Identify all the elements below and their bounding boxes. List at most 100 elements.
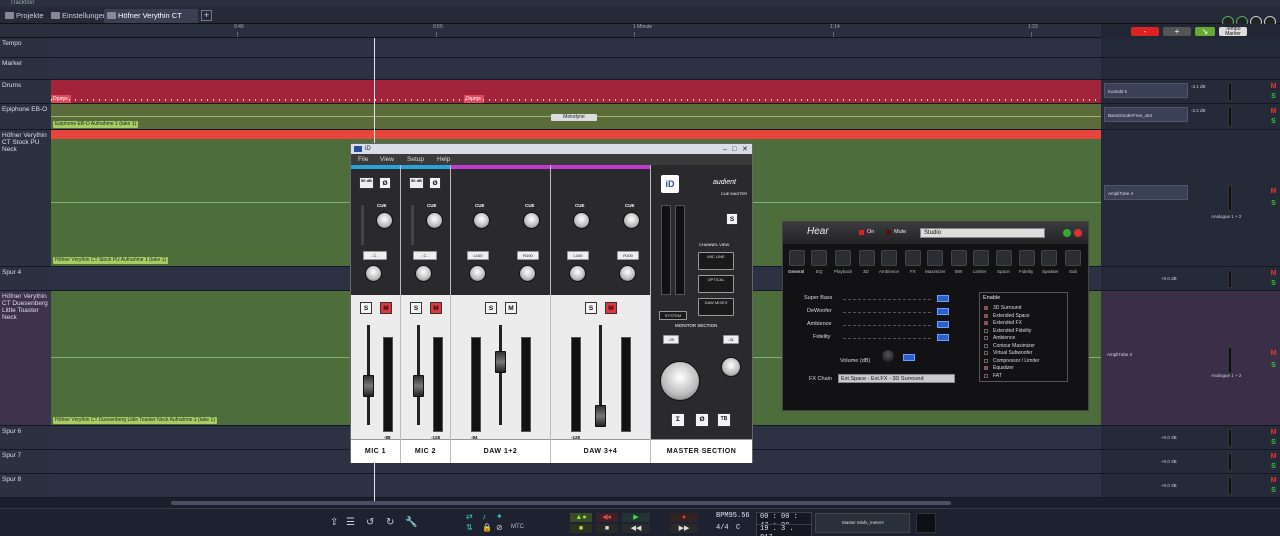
optical-button[interactable]: OPTICAL bbox=[698, 275, 734, 293]
headphone-knob[interactable] bbox=[721, 357, 741, 377]
solo-button[interactable]: S bbox=[1269, 438, 1278, 447]
solo-button[interactable]: S bbox=[485, 302, 497, 314]
dewoofer-slider[interactable] bbox=[843, 307, 931, 313]
pan-display[interactable]: - C - bbox=[413, 251, 437, 260]
menu-view[interactable]: View bbox=[380, 154, 394, 165]
close-icon[interactable] bbox=[1074, 229, 1082, 237]
help-icon[interactable] bbox=[1063, 229, 1071, 237]
tab-playback[interactable]: Playback bbox=[834, 269, 852, 274]
3d-tab-icon[interactable] bbox=[859, 250, 875, 266]
clip-label[interactable]: Epiphone EB-O Aufnahme 1 (take 1) bbox=[53, 121, 139, 128]
loop-icon[interactable]: ⇄ bbox=[466, 512, 473, 521]
mic-line-button[interactable]: MIC LINE bbox=[698, 252, 734, 270]
mute-button[interactable]: M bbox=[505, 302, 517, 314]
ambience-tab-icon[interactable] bbox=[881, 250, 897, 266]
pan-knob-right[interactable] bbox=[619, 265, 636, 282]
sync-icon[interactable]: ⇅ bbox=[466, 523, 473, 532]
cue-knob-left[interactable] bbox=[573, 212, 590, 229]
fader-handle[interactable] bbox=[413, 375, 424, 397]
track-header[interactable]: Spur 6 bbox=[0, 426, 51, 450]
tab-ambience[interactable]: Ambience bbox=[879, 269, 899, 274]
enable-checkbox[interactable] bbox=[984, 336, 988, 340]
mute-button[interactable]: M bbox=[605, 302, 617, 314]
volume-readout[interactable]: +0.0 dB bbox=[1161, 483, 1177, 488]
solo-button[interactable]: S bbox=[1269, 462, 1278, 471]
volume-value[interactable] bbox=[903, 354, 915, 361]
space-tab-icon[interactable] bbox=[996, 250, 1012, 266]
enable-checkbox[interactable] bbox=[984, 373, 988, 378]
remove-track-button[interactable]: - bbox=[1131, 27, 1159, 36]
tab-projects[interactable]: Projekte bbox=[2, 9, 48, 23]
ambience-value[interactable] bbox=[937, 321, 949, 328]
tab-3d[interactable]: 3D bbox=[863, 269, 869, 274]
empty-lane[interactable] bbox=[51, 474, 1101, 498]
stop-record-button[interactable]: ◀● bbox=[596, 513, 618, 522]
bars-display[interactable]: 19 . 3 . 817 bbox=[756, 524, 812, 536]
plugin-slot[interactable]: Kontakt 5 bbox=[1104, 83, 1188, 98]
fidelity-tab-icon[interactable] bbox=[1019, 250, 1035, 266]
tab-maximizer[interactable]: Maximizer bbox=[925, 269, 946, 274]
mute-label[interactable]: Mute bbox=[894, 229, 906, 235]
cue-knob[interactable] bbox=[376, 212, 393, 229]
track-header[interactable]: Höfner Verythin CT Duesenberg Little Toa… bbox=[0, 291, 51, 426]
solo-button[interactable]: S bbox=[1269, 199, 1278, 208]
enable-checkbox[interactable] bbox=[984, 328, 988, 333]
bw-tab-icon[interactable] bbox=[951, 250, 967, 266]
plugin-slot[interactable]: AmpliTube 4 bbox=[1104, 347, 1188, 362]
fidelity-slider[interactable] bbox=[843, 333, 931, 339]
routing-label[interactable]: Analogue 1 + 2 bbox=[1211, 214, 1241, 219]
export-icon[interactable]: ⇪ bbox=[330, 517, 338, 528]
cue-knob-right[interactable] bbox=[623, 212, 640, 229]
pad-button[interactable]: 50 dB bbox=[409, 177, 424, 189]
play-button[interactable]: ▶ bbox=[622, 513, 650, 522]
track-header[interactable]: Spur 7 bbox=[0, 450, 51, 474]
sub-tab-icon[interactable] bbox=[1065, 250, 1081, 266]
plugin-slot[interactable]: BassGrinderFree_x64 bbox=[1104, 107, 1188, 122]
master-phase-button[interactable]: Ø bbox=[695, 413, 709, 427]
solo-button[interactable]: S bbox=[410, 302, 422, 314]
tempo-lane[interactable] bbox=[51, 38, 1101, 58]
tab-fidelity[interactable]: Fidelity bbox=[1019, 269, 1033, 274]
sum-button[interactable]: Σ bbox=[671, 413, 685, 427]
pan-right-display[interactable]: R100 bbox=[617, 251, 639, 260]
clip-label[interactable]: Höfner Verythin CT Duesenberg Little Toa… bbox=[53, 417, 217, 424]
mute-button[interactable]: M bbox=[1269, 82, 1278, 91]
enable-checkbox[interactable] bbox=[984, 306, 988, 310]
talkback-button[interactable]: TB bbox=[717, 413, 731, 427]
super-bass-value[interactable] bbox=[937, 295, 949, 302]
phase-button[interactable]: Ø bbox=[379, 177, 391, 189]
drums-lane[interactable]: Drums Drums bbox=[51, 80, 1101, 104]
playback-tab-icon[interactable] bbox=[835, 250, 851, 266]
pan-knob-right[interactable] bbox=[519, 265, 536, 282]
ambience-slider[interactable] bbox=[843, 320, 931, 326]
metronome-icon[interactable]: ♪ bbox=[482, 512, 486, 521]
eq-tab-icon[interactable] bbox=[811, 250, 827, 266]
pan-right-display[interactable]: R100 bbox=[517, 251, 539, 260]
expand-button[interactable]: ↘ bbox=[1195, 27, 1215, 36]
system-button[interactable]: SYSTEM bbox=[659, 311, 687, 320]
enable-checkbox[interactable] bbox=[984, 343, 988, 348]
time-signature[interactable]: 4/4 bbox=[713, 524, 732, 533]
fader-handle[interactable] bbox=[363, 375, 374, 397]
menu-file[interactable]: File bbox=[358, 154, 368, 165]
tab-fx[interactable]: FX bbox=[910, 269, 916, 274]
wrench-icon[interactable]: 🔧 bbox=[405, 517, 417, 528]
track-header[interactable]: Marker bbox=[0, 58, 51, 80]
menu-setup[interactable]: Setup bbox=[407, 154, 424, 165]
phase-button[interactable]: Ø bbox=[429, 177, 441, 189]
enable-checkbox[interactable] bbox=[984, 351, 988, 355]
fx-chain-select[interactable]: Ext.Space - Ext.FX - 3D Surround bbox=[838, 374, 955, 383]
pan-knob[interactable] bbox=[415, 265, 432, 282]
fader-handle[interactable] bbox=[595, 405, 606, 427]
super-bass-slider[interactable] bbox=[843, 294, 931, 300]
clip-label[interactable]: Höfner Verythin CT Stock PU Aufnahme 1 (… bbox=[53, 257, 169, 264]
on-label[interactable]: On bbox=[867, 229, 874, 235]
volume-readout[interactable]: +0.0 dB bbox=[1161, 435, 1177, 440]
solo-button[interactable]: S bbox=[1269, 117, 1278, 126]
enable-checkbox[interactable] bbox=[984, 313, 988, 318]
solo-button[interactable]: S bbox=[1269, 486, 1278, 495]
mute-button[interactable]: M bbox=[1269, 187, 1278, 196]
mute-button[interactable]: M bbox=[1269, 476, 1278, 485]
stop-button[interactable]: ■ bbox=[596, 524, 618, 533]
tab-speaker[interactable]: Speaker bbox=[1042, 269, 1059, 274]
